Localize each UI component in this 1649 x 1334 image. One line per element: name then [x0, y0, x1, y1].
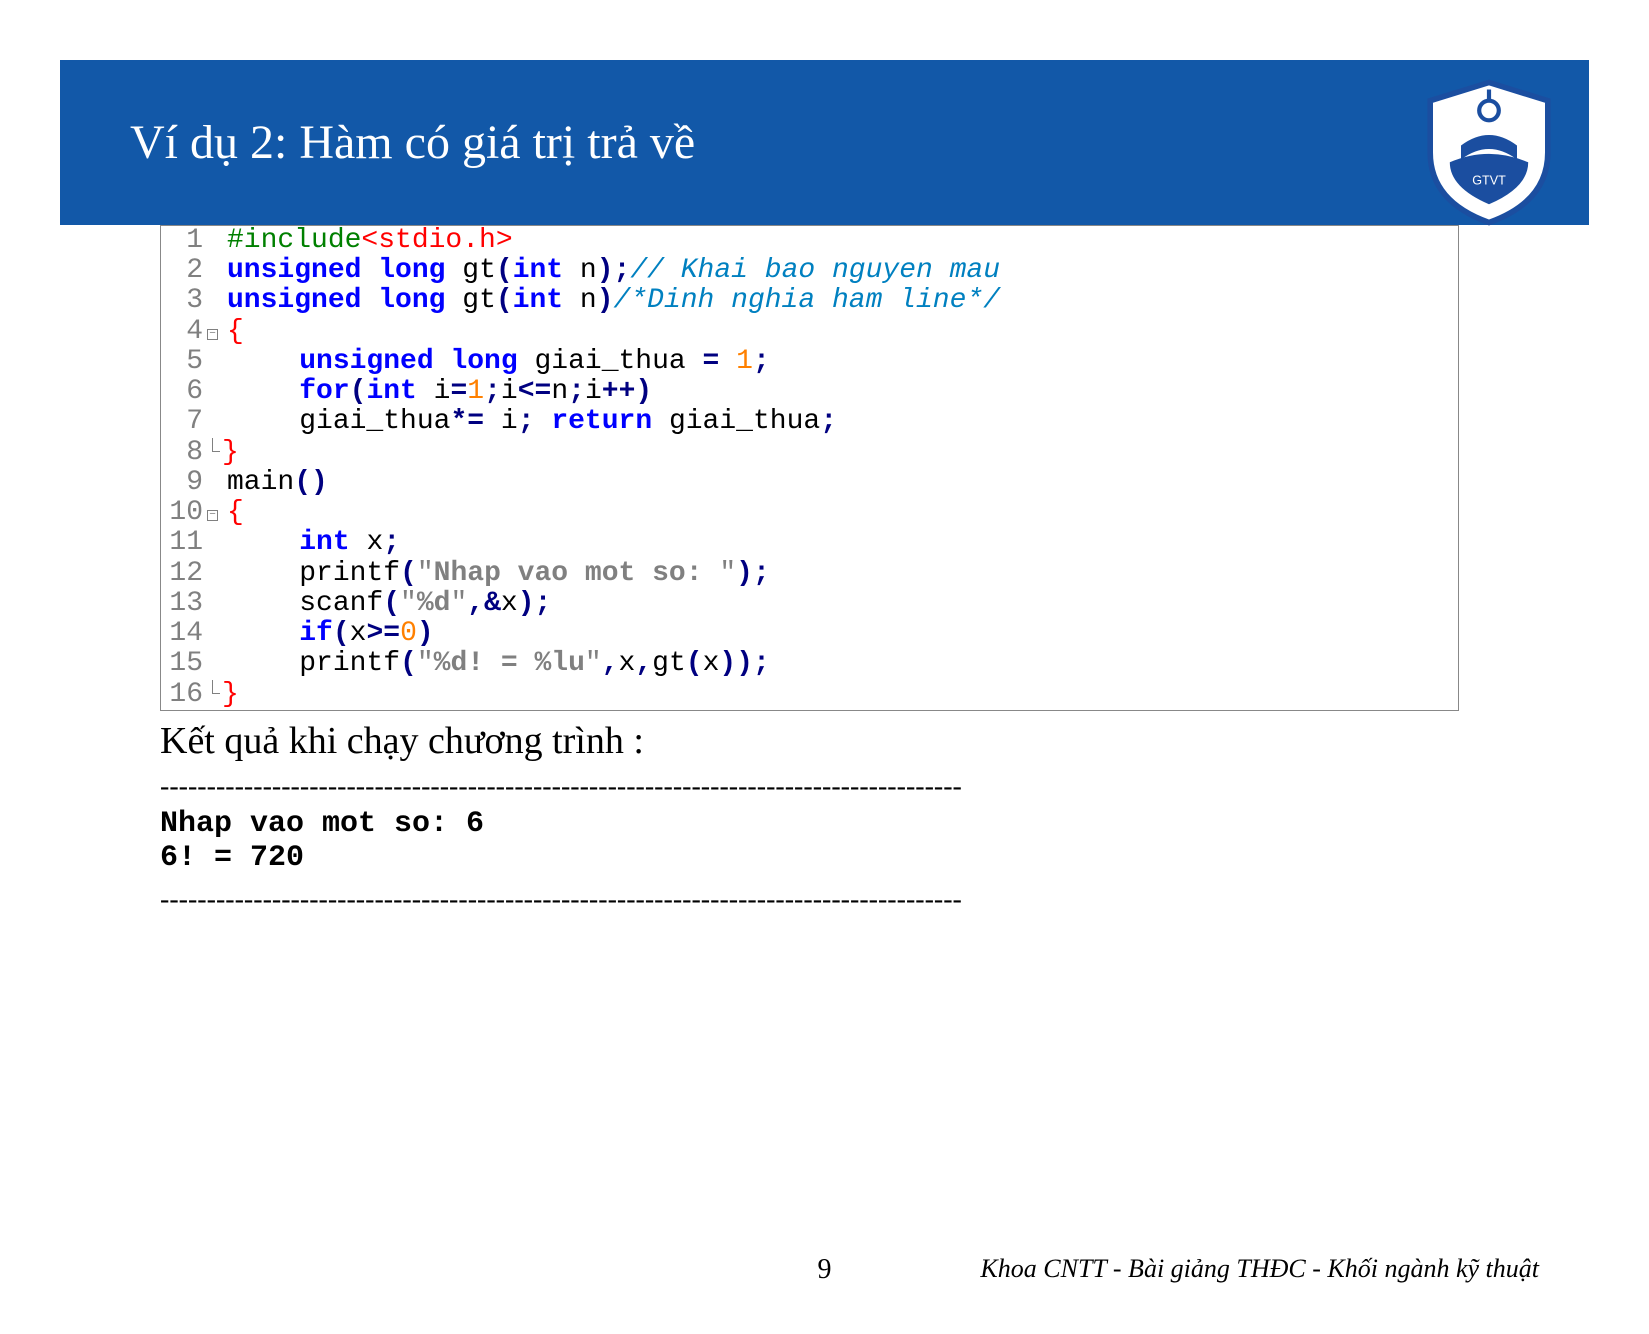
line-number: 2	[161, 256, 207, 286]
line-number: 5	[161, 347, 207, 377]
code-line-10: 10−{	[161, 498, 1458, 528]
code-line-8: 8}	[161, 438, 1458, 468]
code-line-12: 12 printf("Nhap vao mot so: ");	[161, 559, 1458, 589]
separator: ----------------------------------------…	[160, 884, 1449, 916]
line-number: 11	[161, 528, 207, 558]
code-line-15: 15 printf("%d! = %lu",x,gt(x));	[161, 649, 1458, 679]
code-line-2: 2unsigned long gt(int n);// Khai bao ngu…	[161, 256, 1458, 286]
footer-text: Khoa CNTT - Bài giảng THĐC - Khối ngành …	[980, 1254, 1539, 1284]
separator: ----------------------------------------…	[160, 771, 1449, 803]
code-line-9: 9main()	[161, 468, 1458, 498]
page-number: 9	[818, 1254, 832, 1286]
svg-text:GTVT: GTVT	[1472, 174, 1506, 188]
code-editor: 1#include<stdio.h> 2unsigned long gt(int…	[160, 225, 1459, 711]
code-line-4: 4−{	[161, 317, 1458, 347]
line-number: 9	[161, 468, 207, 498]
university-logo: GTVT	[1419, 75, 1559, 230]
code-line-1: 1#include<stdio.h>	[161, 226, 1458, 256]
slide-title: Ví dụ 2: Hàm có giá trị trả về	[130, 115, 695, 170]
line-number: 1	[161, 226, 207, 256]
line-number: 16	[161, 680, 207, 710]
result-label: Kết quả khi chạy chương trình :	[160, 719, 1649, 763]
line-number: 10	[161, 498, 207, 528]
code-line-13: 13 scanf("%d",&x);	[161, 589, 1458, 619]
code-line-3: 3unsigned long gt(int n)/*Dinh nghia ham…	[161, 286, 1458, 316]
code-line-16: 16}	[161, 680, 1458, 710]
slide-header: Ví dụ 2: Hàm có giá trị trả về GTVT	[60, 60, 1589, 225]
code-line-14: 14 if(x>=0)	[161, 619, 1458, 649]
code-line-7: 7 giai_thua*= i; return giai_thua;	[161, 407, 1458, 437]
fold-icon: −	[207, 329, 218, 340]
line-number: 15	[161, 649, 207, 679]
line-number: 8	[161, 438, 207, 468]
line-number: 4	[161, 317, 207, 347]
line-number: 7	[161, 407, 207, 437]
program-output: Nhap vao mot so: 6 6! = 720	[160, 807, 1649, 876]
line-number: 14	[161, 619, 207, 649]
line-number: 13	[161, 589, 207, 619]
fold-icon: −	[207, 510, 218, 521]
output-line-1: Nhap vao mot so: 6	[160, 807, 1649, 842]
output-line-2: 6! = 720	[160, 841, 1649, 876]
line-number: 12	[161, 559, 207, 589]
code-line-11: 11 int x;	[161, 528, 1458, 558]
line-number: 6	[161, 377, 207, 407]
code-line-6: 6 for(int i=1;i<=n;i++)	[161, 377, 1458, 407]
line-number: 3	[161, 286, 207, 316]
code-line-5: 5 unsigned long giai_thua = 1;	[161, 347, 1458, 377]
